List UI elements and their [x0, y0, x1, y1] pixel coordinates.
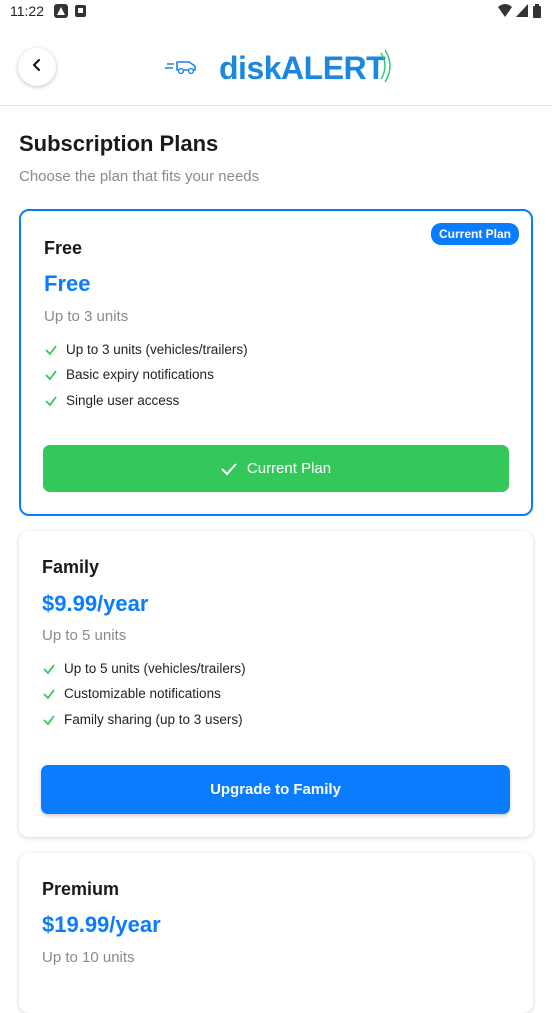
plan-feature: Up to 5 units (vehicles/trailers) — [42, 661, 246, 676]
plan-card-premium: Premium $19.99/year Up to 10 units — [19, 853, 533, 1013]
check-icon — [44, 343, 58, 357]
check-icon — [44, 394, 58, 408]
plan-name: Family — [42, 557, 100, 577]
current-plan-button-label: Current Plan — [246, 460, 332, 477]
plan-units: Up to 3 units — [44, 308, 129, 325]
battery-icon — [533, 4, 541, 21]
plan-feature: Single user access — [44, 393, 179, 408]
wifi-icon — [498, 4, 512, 20]
current-plan-button[interactable]: Current Plan — [43, 445, 509, 492]
plan-feature: Family sharing (up to 3 users) — [42, 712, 243, 727]
plan-card-free: Current Plan Free Free Up to 3 units Up … — [19, 209, 533, 516]
check-icon — [221, 462, 237, 476]
status-time: 11:22 — [10, 3, 44, 19]
logo-text-alert: ALERT — [281, 50, 386, 86]
plan-name: Free — [44, 238, 83, 258]
check-icon — [42, 662, 56, 676]
check-icon — [44, 368, 58, 382]
upgrade-to-family-button[interactable]: Upgrade to Family — [41, 765, 510, 814]
plan-feature: Up to 3 units (vehicles/trailers) — [44, 342, 248, 357]
app-notification-icon — [54, 4, 68, 21]
plan-price: $9.99/year — [42, 591, 149, 616]
plan-feature-text: Family sharing (up to 3 users) — [64, 712, 243, 727]
page-title: Subscription Plans — [19, 131, 219, 156]
plan-units: Up to 5 units — [42, 627, 127, 644]
plan-price: Free — [44, 271, 91, 296]
plan-name: Premium — [42, 879, 120, 899]
plan-feature-text: Customizable notifications — [64, 686, 221, 701]
logo-text-disk: disk — [219, 50, 282, 86]
current-plan-badge: Current Plan — [430, 223, 519, 245]
upgrade-button-label: Upgrade to Family — [210, 781, 341, 798]
signal-waves-icon — [379, 49, 393, 88]
plan-feature-text: Up to 5 units (vehicles/trailers) — [64, 661, 246, 676]
status-bar: 11:22 — [0, 0, 552, 22]
back-button[interactable] — [18, 48, 56, 86]
trailer-logo-icon — [165, 56, 199, 81]
app-logo: diskALERT — [165, 48, 393, 88]
plan-price: $19.99/year — [42, 912, 161, 937]
check-icon — [42, 687, 56, 701]
plan-card-family: Family $9.99/year Up to 5 units Up to 5 … — [19, 531, 533, 837]
plan-feature-text: Basic expiry notifications — [66, 367, 214, 382]
chevron-left-icon — [30, 58, 44, 77]
plan-units: Up to 10 units — [42, 949, 135, 966]
plan-feature: Customizable notifications — [42, 686, 221, 701]
plan-feature: Basic expiry notifications — [44, 367, 214, 382]
app-header: diskALERT — [0, 22, 552, 106]
plan-feature-text: Up to 3 units (vehicles/trailers) — [66, 342, 248, 357]
page-subtitle: Choose the plan that fits your needs — [19, 168, 260, 185]
check-icon — [42, 713, 56, 727]
plan-feature-text: Single user access — [66, 393, 180, 408]
app-notification-icon-2 — [75, 4, 86, 20]
logo-text: diskALERT — [219, 48, 386, 88]
cellular-signal-icon — [516, 4, 528, 20]
